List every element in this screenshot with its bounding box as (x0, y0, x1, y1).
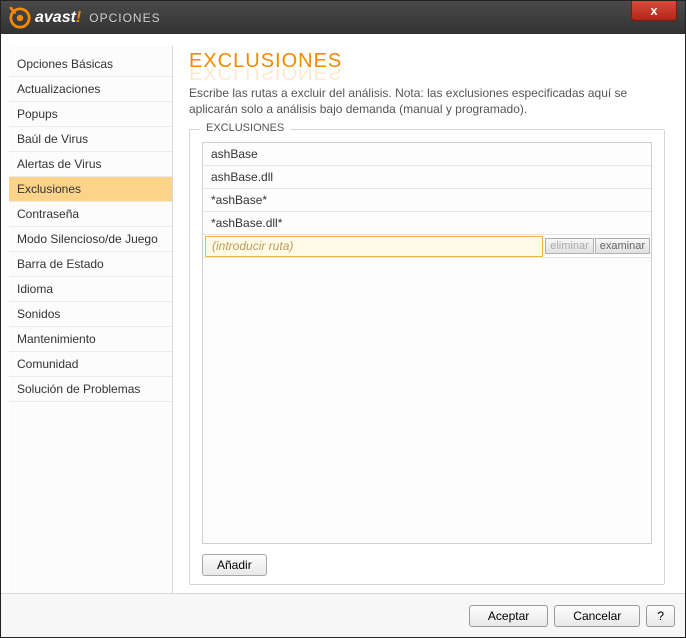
add-button[interactable]: Añadir (202, 554, 267, 576)
exclusions-fieldset: EXCLUSIONES ashBaseashBase.dll*ashBase**… (189, 129, 665, 585)
sidebar-item-7[interactable]: Modo Silencioso/de Juego (9, 227, 172, 252)
sidebar-item-12[interactable]: Comunidad (9, 352, 172, 377)
sidebar-item-9[interactable]: Idioma (9, 277, 172, 302)
avast-logo-icon (9, 7, 31, 29)
brand-name: avast! (35, 9, 81, 27)
close-button[interactable]: x (631, 1, 677, 21)
delete-button[interactable]: eliminar (545, 238, 594, 254)
sidebar-item-10[interactable]: Sonidos (9, 302, 172, 327)
help-button[interactable]: ? (646, 605, 675, 627)
ok-button[interactable]: Aceptar (469, 605, 548, 627)
exclusion-path: *ashBase* (203, 190, 651, 210)
fieldset-legend: EXCLUSIONES (200, 122, 290, 134)
exclusion-row[interactable]: ashBase (203, 143, 651, 166)
sidebar-item-11[interactable]: Mantenimiento (9, 327, 172, 352)
exclusion-row[interactable]: *ashBase.dll* (203, 212, 651, 235)
close-icon: x (650, 3, 657, 18)
sidebar-item-0[interactable]: Opciones Básicas (9, 52, 172, 77)
sidebar-item-13[interactable]: Solución de Problemas (9, 377, 172, 402)
main-panel: EXCLUSIONES EXCLUSIONES Escribe las ruta… (173, 46, 677, 593)
sidebar-item-3[interactable]: Baúl de Virus (9, 127, 172, 152)
exclusion-path: *ashBase.dll* (203, 213, 651, 233)
sidebar-item-6[interactable]: Contraseña (9, 202, 172, 227)
brand-logo: avast! (9, 7, 81, 29)
browse-button[interactable]: examinar (595, 238, 650, 254)
page-title-reflection: EXCLUSIONES (189, 69, 665, 83)
exclusion-path: ashBase (203, 144, 651, 164)
sidebar-item-8[interactable]: Barra de Estado (9, 252, 172, 277)
window-title: OPCIONES (89, 11, 160, 25)
exclusion-row[interactable]: ashBase.dll (203, 166, 651, 189)
exclusion-row[interactable]: *ashBase* (203, 189, 651, 212)
footer: Aceptar Cancelar ? (1, 593, 685, 637)
cancel-button[interactable]: Cancelar (554, 605, 640, 627)
sidebar-item-2[interactable]: Popups (9, 102, 172, 127)
sidebar-item-5[interactable]: Exclusiones (9, 177, 172, 202)
exclusions-list: ashBase ashBase.dll *ashBase* *ashBase.dll*… (202, 142, 652, 544)
page-description: Escribe las rutas a excluir del análisis… (189, 85, 665, 117)
titlebar: avast! OPCIONES x (1, 1, 685, 34)
sidebar-item-1[interactable]: Actualizaciones (9, 77, 172, 102)
content-area: Opciones BásicasActualizacionesPopupsBaú… (1, 34, 685, 593)
options-window: avast! OPCIONES x Opciones BásicasActual… (0, 0, 686, 638)
sidebar-item-4[interactable]: Alertas de Virus (9, 152, 172, 177)
exclusion-path: ashBase.dll (203, 167, 651, 187)
sidebar: Opciones BásicasActualizacionesPopupsBaú… (9, 46, 173, 593)
path-input[interactable] (205, 236, 543, 257)
exclusion-input-row: eliminarexaminar (203, 235, 651, 258)
